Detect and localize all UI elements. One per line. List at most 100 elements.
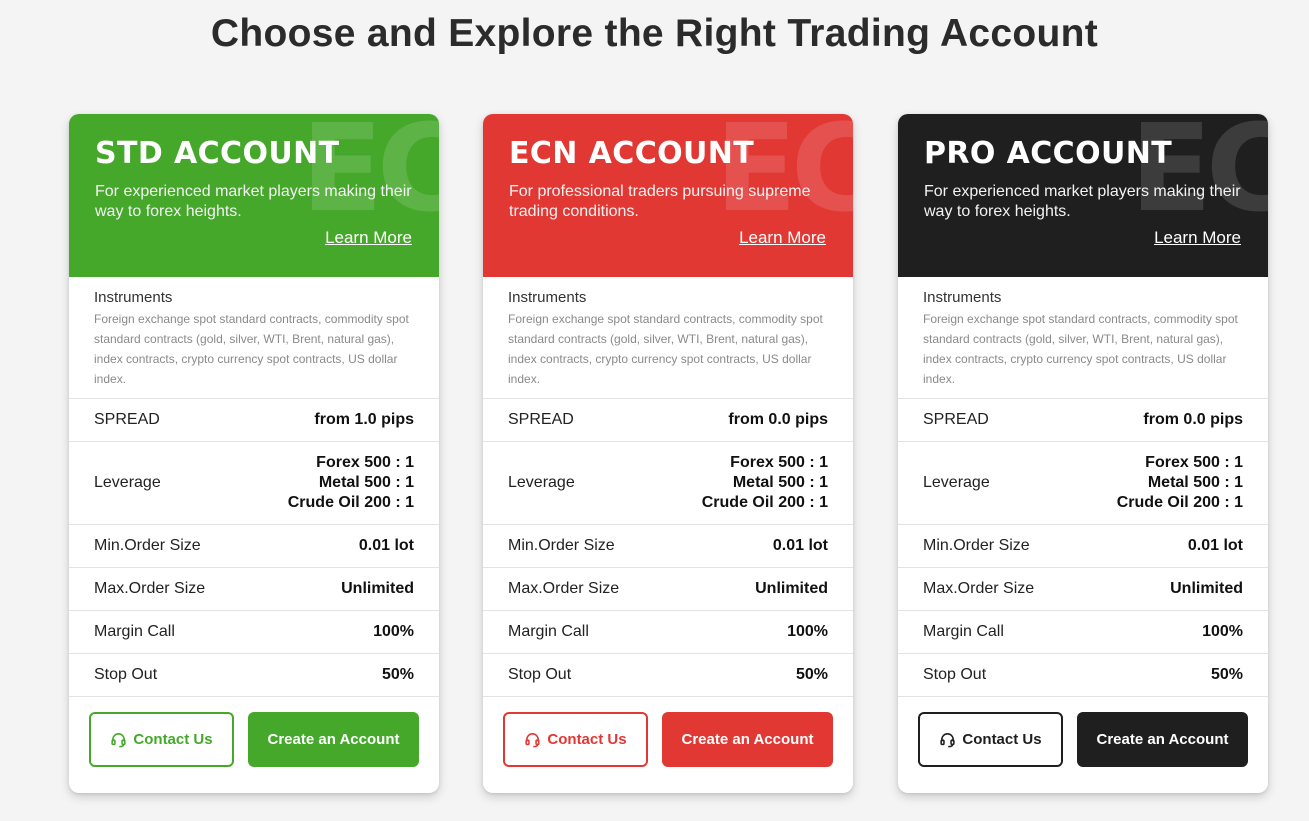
instruments-text: Foreign exchange spot standard contracts… bbox=[508, 312, 823, 386]
leverage-values: Forex 500 : 1 Metal 500 : 1 Crude Oil 20… bbox=[702, 453, 828, 513]
learn-more-link[interactable]: Learn More bbox=[325, 228, 412, 248]
learn-more-link[interactable]: Learn More bbox=[1154, 228, 1241, 248]
learn-more-link[interactable]: Learn More bbox=[739, 228, 826, 248]
leverage-row: Leverage Forex 500 : 1 Metal 500 : 1 Cru… bbox=[483, 442, 853, 525]
min-order-row: Min.Order Size 0.01 lot bbox=[483, 525, 853, 568]
card-actions: Contact Us Create an Account bbox=[69, 697, 439, 792]
headset-icon bbox=[940, 733, 956, 748]
spread-label: SPREAD bbox=[923, 411, 989, 428]
contact-us-label: Contact Us bbox=[962, 731, 1042, 748]
spread-label: SPREAD bbox=[508, 411, 574, 428]
spread-value: from 1.0 pips bbox=[314, 411, 414, 428]
create-account-button[interactable]: Create an Account bbox=[248, 712, 419, 767]
headset-icon bbox=[111, 733, 127, 748]
stop-out-value: 50% bbox=[381, 666, 414, 683]
leverage-label: Leverage bbox=[923, 474, 990, 491]
margin-call-row: Margin Call 100% bbox=[898, 611, 1268, 654]
stop-out-label: Stop Out bbox=[508, 666, 572, 683]
max-order-row: Max.Order Size Unlimited bbox=[898, 568, 1268, 611]
min-order-label: Min.Order Size bbox=[508, 537, 615, 554]
contact-us-button[interactable]: Contact Us bbox=[89, 712, 234, 767]
account-description: For professional traders pursuing suprem… bbox=[509, 183, 811, 220]
min-order-row: Min.Order Size 0.01 lot bbox=[898, 525, 1268, 568]
margin-call-label: Margin Call bbox=[508, 623, 589, 640]
margin-call-row: Margin Call 100% bbox=[483, 611, 853, 654]
leverage-row: Leverage Forex 500 : 1 Metal 500 : 1 Cru… bbox=[69, 442, 439, 525]
max-order-row: Max.Order Size Unlimited bbox=[69, 568, 439, 611]
account-description: For experienced market players making th… bbox=[95, 183, 412, 220]
account-card-ecn: EC ECN ACCOUNT For professional traders … bbox=[483, 114, 853, 793]
contact-us-button[interactable]: Contact Us bbox=[503, 712, 648, 767]
instruments-text: Foreign exchange spot standard contracts… bbox=[94, 312, 409, 386]
stop-out-row: Stop Out 50% bbox=[898, 654, 1268, 697]
stop-out-row: Stop Out 50% bbox=[483, 654, 853, 697]
card-actions: Contact Us Create an Account bbox=[898, 697, 1268, 792]
spread-value: from 0.0 pips bbox=[728, 411, 828, 428]
spread-row: SPREAD from 1.0 pips bbox=[69, 399, 439, 442]
account-card-std: EC STD ACCOUNT For experienced market pl… bbox=[69, 114, 439, 793]
account-name: ECN ACCOUNT bbox=[509, 136, 755, 171]
account-name: PRO ACCOUNT bbox=[924, 136, 1173, 171]
margin-call-row: Margin Call 100% bbox=[69, 611, 439, 654]
leverage-forex: Forex 500 : 1 bbox=[316, 454, 414, 471]
stop-out-label: Stop Out bbox=[94, 666, 158, 683]
card-header: EC STD ACCOUNT For experienced market pl… bbox=[69, 114, 439, 277]
instruments-section: Instruments Foreign exchange spot standa… bbox=[483, 277, 853, 399]
leverage-crude-oil: Crude Oil 200 : 1 bbox=[1116, 494, 1243, 511]
margin-call-value: 100% bbox=[787, 623, 828, 640]
instruments-label: Instruments bbox=[923, 289, 1002, 306]
min-order-label: Min.Order Size bbox=[923, 537, 1030, 554]
spread-row: SPREAD from 0.0 pips bbox=[898, 399, 1268, 442]
leverage-metal: Metal 500 : 1 bbox=[732, 474, 828, 491]
card-header: EC ECN ACCOUNT For professional traders … bbox=[483, 114, 853, 277]
min-order-label: Min.Order Size bbox=[94, 537, 201, 554]
card-header: EC PRO ACCOUNT For experienced market pl… bbox=[898, 114, 1268, 277]
margin-call-value: 100% bbox=[1202, 623, 1243, 640]
contact-us-label: Contact Us bbox=[133, 731, 213, 748]
max-order-label: Max.Order Size bbox=[94, 580, 206, 597]
card-actions: Contact Us Create an Account bbox=[483, 697, 853, 792]
leverage-values: Forex 500 : 1 Metal 500 : 1 Crude Oil 20… bbox=[1117, 453, 1243, 513]
stop-out-value: 50% bbox=[1210, 666, 1243, 683]
stop-out-value: 50% bbox=[795, 666, 828, 683]
leverage-crude-oil: Crude Oil 200 : 1 bbox=[287, 494, 414, 511]
instruments-label: Instruments bbox=[508, 289, 587, 306]
instruments-text: Foreign exchange spot standard contracts… bbox=[923, 312, 1238, 386]
create-account-label: Create an Account bbox=[1096, 731, 1229, 748]
contact-us-label: Contact Us bbox=[547, 731, 627, 748]
max-order-label: Max.Order Size bbox=[508, 580, 620, 597]
instruments-section: Instruments Foreign exchange spot standa… bbox=[898, 277, 1268, 399]
spread-value: from 0.0 pips bbox=[1143, 411, 1243, 428]
instruments-label: Instruments bbox=[94, 289, 173, 306]
leverage-crude-oil: Crude Oil 200 : 1 bbox=[701, 494, 828, 511]
stop-out-label: Stop Out bbox=[923, 666, 987, 683]
leverage-forex: Forex 500 : 1 bbox=[730, 454, 828, 471]
spread-label: SPREAD bbox=[94, 411, 160, 428]
contact-us-button[interactable]: Contact Us bbox=[918, 712, 1063, 767]
min-order-value: 0.01 lot bbox=[1187, 537, 1243, 554]
leverage-metal: Metal 500 : 1 bbox=[1147, 474, 1243, 491]
max-order-value: Unlimited bbox=[1170, 580, 1243, 597]
stop-out-row: Stop Out 50% bbox=[69, 654, 439, 697]
max-order-label: Max.Order Size bbox=[923, 580, 1035, 597]
min-order-row: Min.Order Size 0.01 lot bbox=[69, 525, 439, 568]
margin-call-label: Margin Call bbox=[923, 623, 1004, 640]
max-order-value: Unlimited bbox=[341, 580, 414, 597]
create-account-button[interactable]: Create an Account bbox=[662, 712, 833, 767]
max-order-value: Unlimited bbox=[755, 580, 828, 597]
account-card-pro: EC PRO ACCOUNT For experienced market pl… bbox=[898, 114, 1268, 793]
margin-call-value: 100% bbox=[373, 623, 414, 640]
account-description: For experienced market players making th… bbox=[924, 183, 1241, 220]
create-account-button[interactable]: Create an Account bbox=[1077, 712, 1248, 767]
create-account-label: Create an Account bbox=[267, 731, 400, 748]
create-account-label: Create an Account bbox=[681, 731, 814, 748]
headset-icon bbox=[525, 733, 541, 748]
leverage-row: Leverage Forex 500 : 1 Metal 500 : 1 Cru… bbox=[898, 442, 1268, 525]
account-name: STD ACCOUNT bbox=[95, 136, 340, 171]
max-order-row: Max.Order Size Unlimited bbox=[483, 568, 853, 611]
leverage-forex: Forex 500 : 1 bbox=[1145, 454, 1243, 471]
instruments-section: Instruments Foreign exchange spot standa… bbox=[69, 277, 439, 399]
min-order-value: 0.01 lot bbox=[772, 537, 828, 554]
leverage-metal: Metal 500 : 1 bbox=[318, 474, 414, 491]
leverage-label: Leverage bbox=[94, 474, 161, 491]
